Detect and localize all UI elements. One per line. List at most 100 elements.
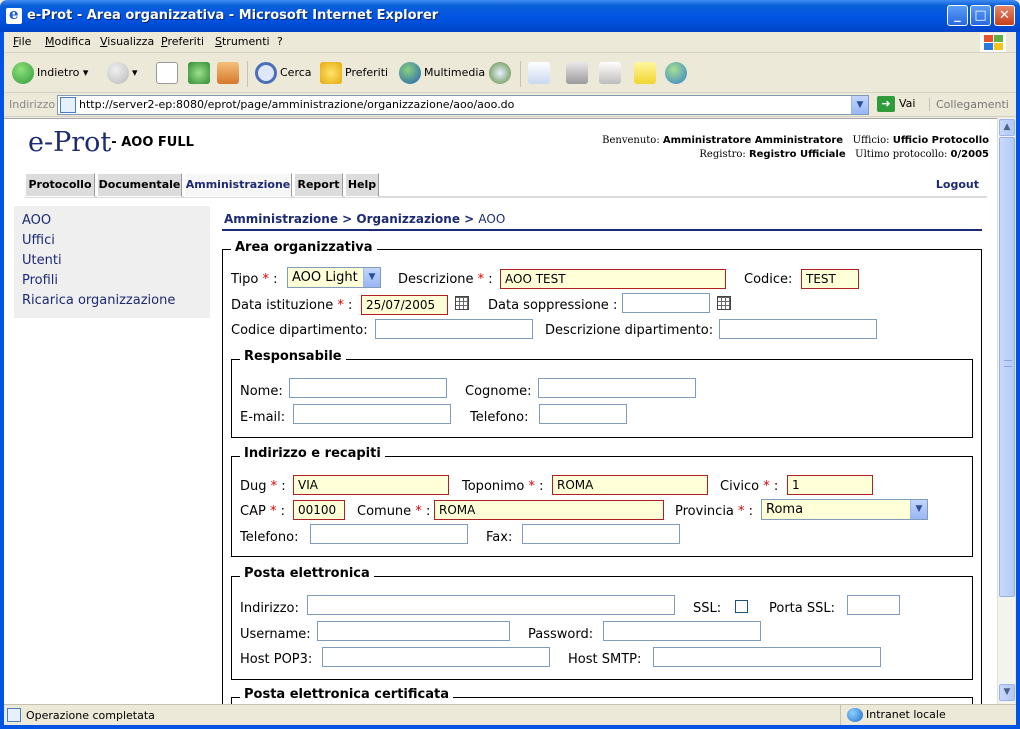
pop3-input[interactable] — [322, 647, 550, 667]
tipo-select[interactable]: AOO Light ▼ — [287, 267, 381, 288]
provincia-label: Provincia * : — [675, 504, 754, 519]
mail-icon[interactable] — [528, 62, 550, 84]
data-istituzione-input[interactable]: 25/07/2005 — [361, 295, 448, 315]
media-icon — [399, 62, 421, 84]
menu-preferiti[interactable]: Preferiti — [161, 35, 204, 48]
chevron-down-icon: ▼ — [363, 268, 380, 287]
sidebar-item-aoo[interactable]: AOO — [22, 213, 51, 228]
cognome-label: Cognome: — [465, 384, 532, 399]
menu-file[interactable]: File — [13, 35, 31, 48]
telefono-indirizzo-input[interactable] — [310, 524, 468, 544]
civico-input[interactable]: 1 — [787, 475, 873, 495]
menu-help[interactable]: ? — [277, 35, 283, 48]
close-button[interactable]: ✕ — [994, 5, 1015, 26]
status-bar: Operazione completata Intranet locale — [4, 704, 1016, 725]
scroll-thumb[interactable] — [999, 137, 1015, 597]
menu-visualizza[interactable]: Visualizza — [100, 35, 154, 48]
tipo-label: Tipo * : — [231, 272, 278, 287]
indirizzo-email-input[interactable] — [307, 595, 675, 615]
cap-input[interactable]: 00100 — [293, 500, 345, 520]
search-button[interactable]: Cerca — [255, 61, 312, 85]
tab-documentale[interactable]: Documentale — [97, 173, 182, 197]
ssl-checkbox[interactable] — [735, 600, 748, 613]
nome-input[interactable] — [289, 378, 447, 398]
breadcrumb-amministrazione[interactable]: Amministrazione — [224, 212, 338, 226]
forward-button[interactable]: ▾ — [107, 61, 138, 85]
username-input[interactable] — [317, 621, 510, 641]
breadcrumb-rule — [222, 229, 982, 231]
password-input[interactable] — [603, 621, 761, 641]
messenger-icon[interactable] — [665, 62, 687, 84]
menu-strumenti[interactable]: Strumenti — [215, 35, 270, 48]
provincia-select[interactable]: Roma ▼ — [761, 499, 928, 520]
codice-label: Codice: — [744, 272, 793, 287]
responsabile-legend: Responsabile — [240, 349, 346, 364]
sidebar-item-ricarica[interactable]: Ricarica organizzazione — [22, 293, 175, 308]
descrizione-input[interactable]: AOO TEST — [500, 269, 726, 289]
toponimo-input[interactable]: ROMA — [552, 475, 708, 495]
telefono-input[interactable] — [539, 404, 627, 424]
address-dropdown-icon[interactable]: ▼ — [851, 96, 868, 114]
civico-label: Civico * : — [720, 479, 779, 494]
go-button[interactable]: ➜ Vai — [877, 96, 915, 112]
email-input[interactable] — [293, 404, 451, 424]
pop3-label: Host POP3: — [240, 652, 313, 667]
cognome-input[interactable] — [538, 378, 696, 398]
search-icon — [255, 62, 277, 84]
tab-protocollo[interactable]: Protocollo — [25, 173, 95, 197]
breadcrumb-organizzazione[interactable]: Organizzazione — [356, 212, 460, 226]
calendar-icon[interactable] — [455, 296, 469, 310]
menu-modifica[interactable]: Modifica — [45, 35, 91, 48]
data-soppressione-input[interactable] — [622, 293, 710, 313]
sidebar-item-uffici[interactable]: Uffici — [22, 233, 55, 248]
comune-input[interactable]: ROMA — [434, 500, 664, 520]
sidebar-item-profili[interactable]: Profili — [22, 273, 58, 288]
smtp-input[interactable] — [653, 647, 881, 667]
refresh-icon[interactable] — [188, 62, 210, 84]
sidebar-item-utenti[interactable]: Utenti — [22, 253, 62, 268]
porta-ssl-label: Porta SSL: — [769, 601, 836, 616]
edit-icon[interactable] — [599, 62, 621, 84]
email-label: E-mail: — [240, 410, 286, 425]
notes-icon[interactable] — [634, 62, 656, 84]
tab-report[interactable]: Report — [294, 173, 343, 197]
calendar-icon[interactable] — [717, 296, 731, 310]
print-icon[interactable] — [566, 62, 588, 84]
address-url[interactable]: http://server2-ep:8080/eprot/page/ammini… — [79, 98, 514, 111]
back-button[interactable]: Indietro ▾ — [12, 61, 88, 85]
pec-legend: Posta elettronica certificata — [240, 687, 453, 702]
favorites-star-icon — [320, 62, 342, 84]
links-button[interactable]: Collegamenti — [929, 98, 1009, 111]
porta-ssl-input[interactable] — [847, 595, 900, 615]
user-info: Benvenuto: Amministratore Amministratore… — [602, 135, 989, 160]
responsabile-fieldset — [231, 359, 973, 438]
history-icon[interactable] — [489, 62, 511, 84]
address-bar: Indirizzo http://server2-ep:8080/eprot/p… — [4, 93, 1016, 117]
scroll-up-icon[interactable]: ▲ — [999, 119, 1015, 136]
menu-bar: File Modifica Visualizza Preferiti Strum… — [4, 32, 1016, 53]
codice-input[interactable]: TEST — [801, 269, 859, 289]
logo-subtitle: - AOO FULL — [111, 135, 194, 150]
minimize-button[interactable]: _ — [947, 5, 968, 26]
security-zone: Intranet locale — [840, 705, 946, 725]
browser-toolbar: Indietro ▾ ▾ Cerca Preferiti Multimedia — [4, 53, 1016, 93]
scroll-down-icon[interactable]: ▼ — [999, 684, 1015, 701]
dug-input[interactable]: VIA — [293, 475, 449, 495]
window-titlebar[interactable]: e-Prot - Area organizzativa - Microsoft … — [0, 0, 1020, 32]
tab-help[interactable]: Help — [345, 173, 379, 197]
data-soppressione-label: Data soppressione : — [488, 298, 618, 313]
codice-dipartimento-input[interactable] — [375, 319, 533, 339]
logout-link[interactable]: Logout — [936, 178, 979, 191]
tab-amministrazione[interactable]: Amministrazione — [184, 173, 292, 197]
fax-input[interactable] — [522, 524, 680, 544]
stop-icon[interactable] — [156, 62, 178, 84]
home-icon[interactable] — [217, 62, 239, 84]
vertical-scrollbar[interactable]: ▲ ▼ — [997, 118, 1015, 704]
go-arrow-icon: ➜ — [877, 96, 895, 112]
descrizione-dipartimento-input[interactable] — [719, 319, 877, 339]
maximize-button[interactable]: □ — [970, 5, 991, 26]
address-input[interactable]: http://server2-ep:8080/eprot/page/ammini… — [57, 95, 869, 115]
media-button[interactable]: Multimedia — [399, 61, 485, 85]
data-istituzione-label: Data istituzione * : — [231, 298, 353, 313]
favorites-button[interactable]: Preferiti — [320, 61, 388, 85]
